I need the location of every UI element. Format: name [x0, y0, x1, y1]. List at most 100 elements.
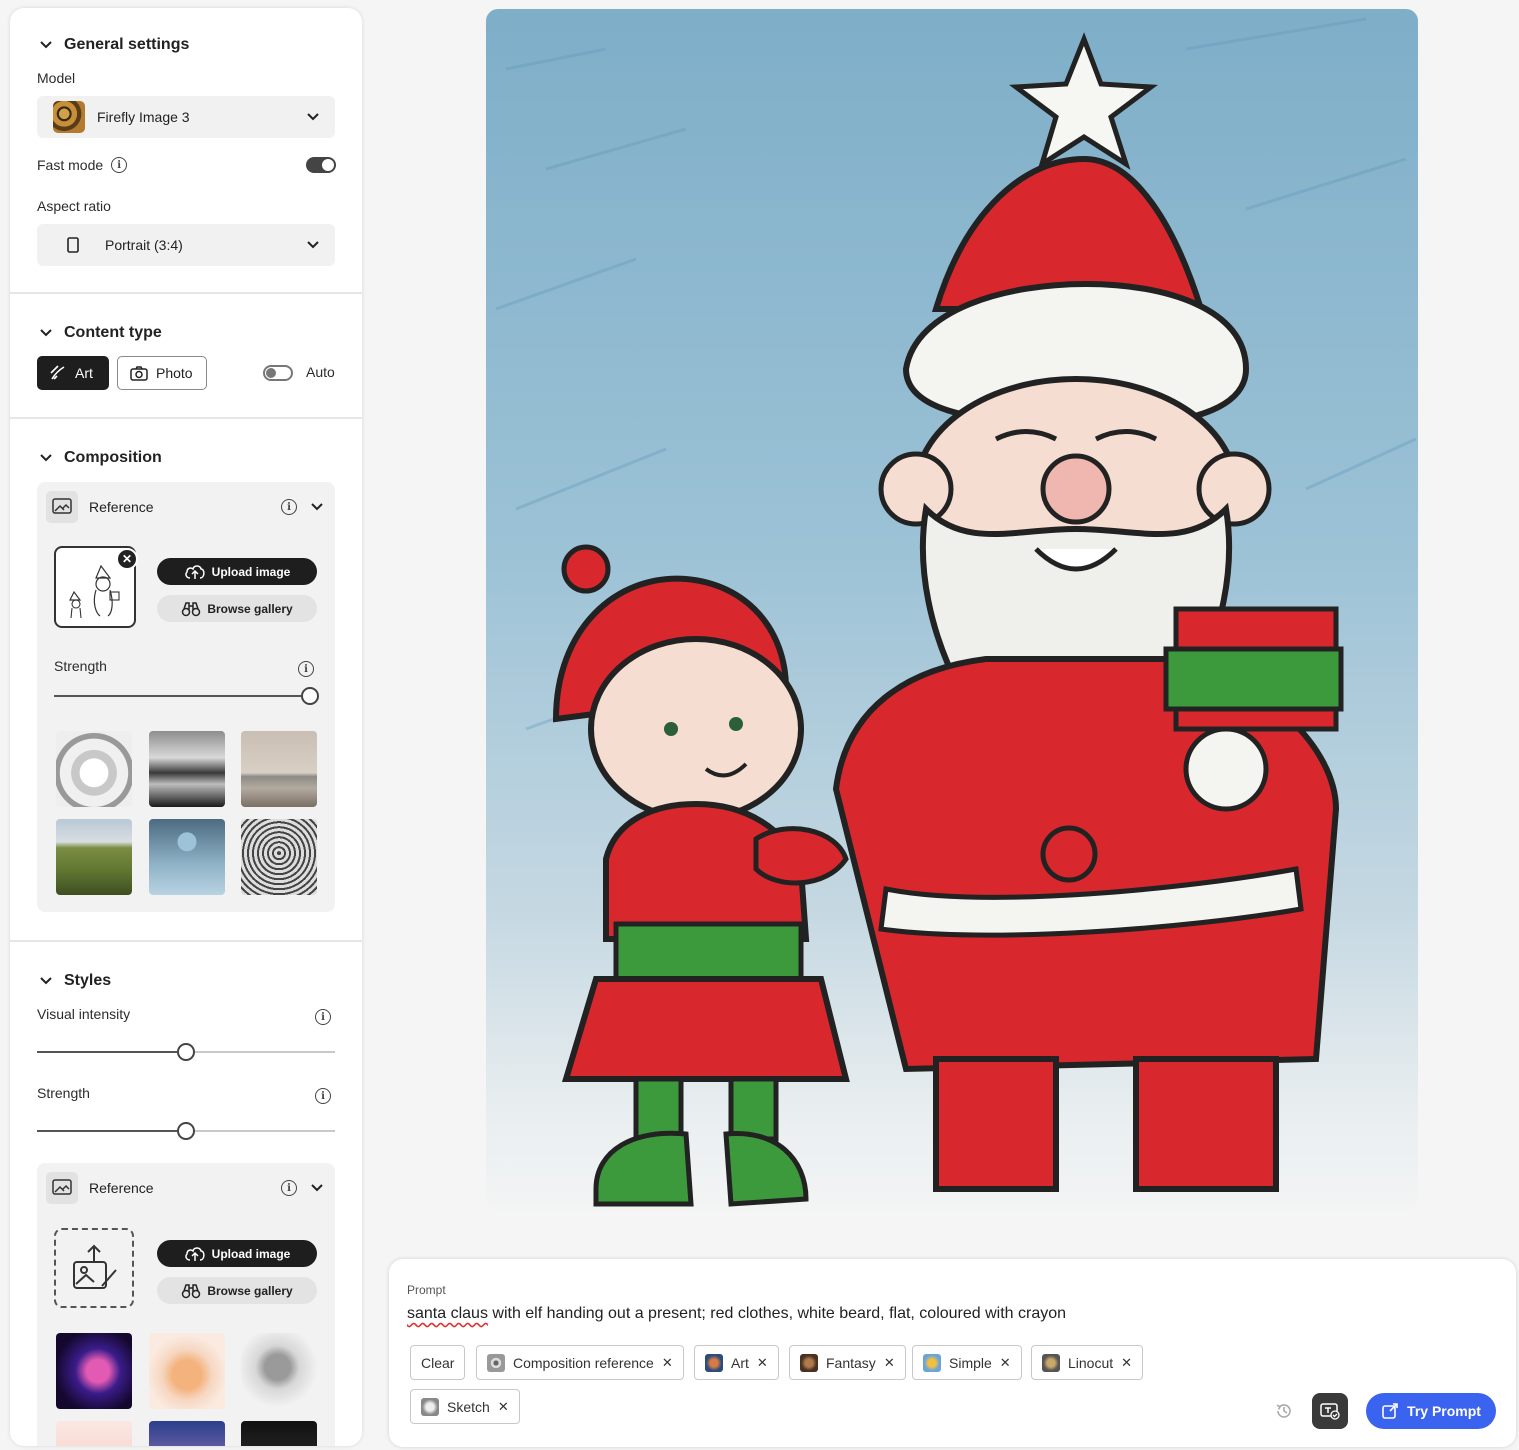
settings-panel: General settings Model Firefly Image 3 F…	[10, 8, 362, 1446]
prompt-text-misspelled: santa claus	[407, 1305, 488, 1322]
general-settings-title: General settings	[64, 36, 190, 53]
composition-reference-icon	[487, 1353, 505, 1372]
preset-owl-sketch[interactable]	[241, 819, 317, 895]
model-value: Firefly Image 3	[97, 109, 190, 125]
try-prompt-button[interactable]: Try Prompt	[1366, 1393, 1496, 1429]
style-preset-3d-thumbs-up[interactable]	[149, 1333, 225, 1409]
art-button[interactable]: Art	[37, 356, 109, 390]
remove-chip-icon[interactable]: ✕	[662, 1355, 673, 1371]
simple-style-icon	[923, 1353, 941, 1372]
content-type-header[interactable]: Content type	[38, 324, 162, 342]
cloud-upload-icon	[184, 564, 205, 579]
upload-image-label: Upload image	[211, 564, 291, 579]
info-icon[interactable]: i	[298, 661, 314, 677]
style-reference-dropzone[interactable]	[54, 1228, 134, 1308]
remove-chip-icon[interactable]: ✕	[1000, 1355, 1011, 1371]
info-icon[interactable]: i	[281, 1180, 297, 1196]
fast-mode-toggle[interactable]	[306, 157, 336, 173]
composition-header[interactable]: Composition	[38, 449, 162, 467]
portrait-icon	[67, 237, 79, 253]
chip-linocut[interactable]: Linocut ✕	[1031, 1345, 1144, 1380]
photo-label: Photo	[156, 365, 193, 381]
model-dropdown[interactable]: Firefly Image 3	[37, 96, 335, 138]
visual-intensity-slider[interactable]	[37, 1051, 177, 1053]
chip-art[interactable]: Art ✕	[694, 1345, 779, 1380]
style-preset-neon[interactable]	[56, 1333, 132, 1409]
chip-composition-reference[interactable]: Composition reference ✕	[476, 1345, 684, 1380]
chip-label: Linocut	[1068, 1354, 1114, 1371]
browse-gallery-label: Browse gallery	[207, 601, 293, 616]
content-type-title: Content type	[64, 324, 162, 341]
remove-chip-icon[interactable]: ✕	[498, 1399, 509, 1415]
composition-strength-slider[interactable]	[54, 695, 301, 697]
styles-header[interactable]: Styles	[38, 972, 111, 990]
linocut-style-icon	[1042, 1353, 1060, 1372]
upload-image-button[interactable]: Upload image	[157, 558, 317, 585]
styles-strength-slider[interactable]	[37, 1130, 177, 1132]
chip-label: Fantasy	[826, 1354, 876, 1371]
style-preset-pattern[interactable]	[56, 1421, 132, 1446]
divider	[10, 940, 362, 942]
visual-intensity-track-rest[interactable]	[195, 1051, 335, 1053]
composition-reference-header[interactable]: Reference i	[46, 491, 325, 523]
info-icon[interactable]: i	[315, 1009, 331, 1025]
chevron-down-icon	[307, 241, 319, 249]
visual-intensity-label: Visual intensity	[37, 1006, 131, 1022]
preset-living-room[interactable]	[241, 731, 317, 807]
aspect-ratio-dropdown[interactable]: Portrait (3:4)	[37, 224, 335, 266]
clear-button[interactable]: Clear	[410, 1345, 466, 1380]
chip-label: Composition reference	[513, 1354, 654, 1371]
preset-road-field[interactable]	[56, 819, 132, 895]
reference-image-icon	[46, 1172, 78, 1204]
remove-chip-icon[interactable]: ✕	[884, 1355, 895, 1371]
preset-bird-sketch[interactable]	[56, 731, 132, 807]
browse-gallery-button[interactable]: Browse gallery	[157, 595, 317, 622]
cloud-upload-icon	[184, 1246, 205, 1261]
history-icon[interactable]	[1275, 1402, 1293, 1420]
chevron-down-icon	[307, 113, 319, 121]
styles-strength-handle[interactable]	[177, 1122, 195, 1140]
chip-simple[interactable]: Simple ✕	[912, 1345, 1022, 1380]
try-prompt-label: Try Prompt	[1407, 1403, 1481, 1419]
style-upload-image-button[interactable]: Upload image	[157, 1240, 317, 1267]
aspect-ratio-label: Aspect ratio	[37, 198, 111, 214]
style-reference-header[interactable]: Reference i	[46, 1172, 325, 1204]
styles-strength-track-rest[interactable]	[195, 1130, 335, 1132]
brush-icon	[50, 365, 65, 380]
style-browse-gallery-button[interactable]: Browse gallery	[157, 1277, 317, 1304]
chevron-down-icon	[311, 1184, 323, 1192]
model-label: Model	[37, 70, 76, 86]
composition-strength-handle[interactable]	[301, 687, 319, 705]
prompt-label: Prompt	[407, 1283, 446, 1297]
preset-sphere-pedestal[interactable]	[149, 819, 225, 895]
general-settings-header[interactable]: General settings	[38, 36, 189, 54]
fast-mode-label: Fast mode	[37, 157, 104, 173]
aspect-ratio-value: Portrait (3:4)	[105, 237, 183, 253]
remove-reference-icon[interactable]: ✕	[116, 548, 138, 570]
style-preset-clouds[interactable]	[149, 1421, 225, 1446]
style-reference-box: Reference i Upload image Browse gallery	[37, 1163, 335, 1446]
info-icon[interactable]: i	[315, 1088, 331, 1104]
style-preset-dark-portrait[interactable]	[241, 1421, 317, 1446]
style-preset-sculpture[interactable]	[241, 1333, 317, 1409]
remove-chip-icon[interactable]: ✕	[757, 1355, 768, 1371]
info-icon[interactable]: i	[281, 499, 297, 515]
generated-image[interactable]	[486, 9, 1418, 1210]
preset-mountain-landscape[interactable]	[149, 731, 225, 807]
info-icon[interactable]: i	[111, 157, 128, 173]
remove-chip-icon[interactable]: ✕	[1121, 1355, 1132, 1371]
chip-sketch[interactable]: Sketch ✕	[410, 1389, 520, 1424]
santa-elf-illustration	[495, 17, 1417, 1207]
styles-title: Styles	[64, 972, 112, 989]
clear-label: Clear	[421, 1354, 455, 1371]
reference-label: Reference	[89, 499, 154, 515]
composition-title: Composition	[64, 449, 162, 466]
chip-fantasy[interactable]: Fantasy ✕	[789, 1345, 906, 1380]
prompt-input[interactable]: santa claus with elf handing out a prese…	[407, 1305, 1066, 1323]
prompt-suggestions-button[interactable]	[1312, 1393, 1348, 1429]
visual-intensity-handle[interactable]	[177, 1043, 195, 1061]
auto-toggle[interactable]	[263, 365, 293, 381]
style-upload-image-label: Upload image	[211, 1246, 291, 1261]
photo-button[interactable]: Photo	[117, 356, 207, 390]
divider	[10, 417, 362, 419]
